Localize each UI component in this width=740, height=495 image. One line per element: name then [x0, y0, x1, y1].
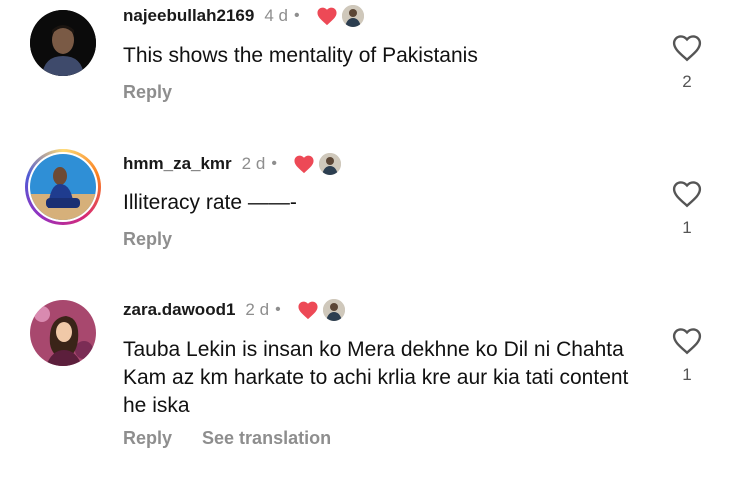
story-ring[interactable]	[25, 149, 101, 225]
comment-actions: Reply	[123, 82, 172, 103]
reply-button[interactable]: Reply	[123, 82, 172, 103]
like-control: 1	[670, 179, 704, 238]
heart-outline-icon[interactable]	[671, 326, 703, 355]
comment-header: hmm_za_kmr 2 d •	[123, 151, 343, 177]
comment-header: najeebullah2169 4 d •	[123, 3, 366, 29]
avatar	[30, 154, 96, 220]
comment-actions: Reply	[123, 229, 172, 250]
like-count: 1	[682, 218, 692, 237]
comment-item: hmm_za_kmr 2 d • Illiteracy rate ——- Rep…	[0, 145, 740, 265]
heart-filled-icon	[294, 155, 314, 174]
creator-avatar	[339, 3, 366, 29]
avatar[interactable]	[30, 300, 96, 366]
username[interactable]: najeebullah2169	[123, 6, 254, 26]
comment-text: This shows the mentality of Pakistanis	[123, 44, 478, 67]
separator-dot: •	[293, 7, 300, 24]
username[interactable]: zara.dawood1	[123, 300, 235, 320]
comment-item: najeebullah2169 4 d • This shows the men…	[0, 0, 740, 120]
separator-dot: •	[271, 155, 277, 172]
heart-outline-icon[interactable]	[671, 179, 703, 208]
timestamp: 2 d	[245, 300, 270, 319]
comment-text: Illiteracy rate ——-	[123, 191, 297, 214]
comment-header: zara.dawood1 2 d •	[123, 297, 347, 323]
like-count: 1	[682, 365, 692, 384]
creator-avatar	[320, 297, 347, 323]
see-translation-button[interactable]: See translation	[202, 428, 331, 449]
like-count: 2	[682, 72, 692, 91]
comment-text: Tauba Lekin is insan ko Mera dekhne ko D…	[123, 338, 629, 417]
like-control: 2	[670, 33, 704, 92]
comment-actions: Reply See translation	[123, 428, 331, 449]
timestamp: 2 d	[241, 154, 266, 173]
creator-avatar	[316, 151, 343, 177]
heart-outline-icon[interactable]	[671, 33, 703, 62]
reply-button[interactable]: Reply	[123, 428, 172, 449]
comment-item: zara.dawood1 2 d • Tauba Lekin is insan …	[0, 292, 740, 492]
username[interactable]: hmm_za_kmr	[123, 154, 232, 174]
avatar[interactable]	[30, 10, 96, 76]
timestamp: 4 d	[264, 6, 288, 25]
reply-button[interactable]: Reply	[123, 229, 172, 250]
like-control: 1	[670, 326, 704, 385]
heart-filled-icon	[317, 7, 337, 26]
heart-filled-icon	[298, 301, 318, 320]
separator-dot: •	[275, 301, 281, 318]
